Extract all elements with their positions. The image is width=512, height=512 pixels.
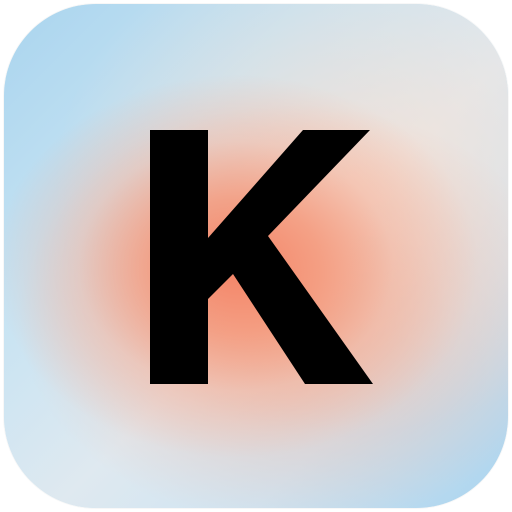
canvas: K [0, 0, 512, 512]
k-letter-shape [150, 130, 373, 384]
k-logo-glyph: K [150, 130, 373, 384]
app-icon[interactable]: K [4, 4, 508, 508]
